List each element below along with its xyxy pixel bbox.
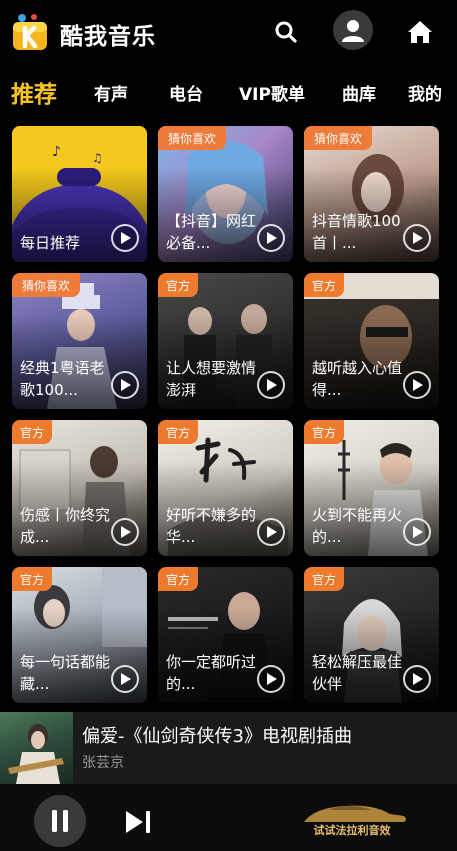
album-cover-art (8, 724, 64, 784)
official-badge: 官方 (158, 567, 199, 591)
official-badge: 官方 (304, 420, 345, 444)
avatar-button[interactable] (333, 10, 373, 50)
play-icon (121, 526, 131, 538)
tab-library[interactable]: 曲库 (342, 70, 376, 114)
tab-radio[interactable]: 电台 (169, 70, 203, 114)
playlist-title: 火到不能再火的... (312, 506, 403, 546)
play-icon (267, 379, 277, 391)
app-title: 酷我音乐 (60, 24, 156, 50)
sports-car-icon (304, 805, 406, 822)
play-button[interactable] (111, 665, 139, 693)
official-badge: 官方 (304, 567, 345, 591)
promo-label: 试试法拉利音效 (313, 824, 391, 837)
search-button[interactable] (266, 12, 306, 52)
playlist-card[interactable]: 猜你喜欢 抖音情歌100首丨... (304, 126, 439, 262)
search-icon (275, 21, 297, 43)
playlist-title: 抖音情歌100首丨... (312, 212, 401, 252)
guess-you-like-badge: 猜你喜欢 (158, 126, 227, 150)
playlist-title: 每一句话都能藏... (20, 653, 111, 693)
play-icon (121, 379, 131, 391)
official-badge: 官方 (158, 273, 199, 297)
official-badge: 官方 (158, 420, 199, 444)
category-tabs: 推荐 有声 电台 VIP歌单 曲库 我的 (0, 70, 457, 114)
app-header: 酷我音乐 (0, 0, 457, 68)
tab-recommend[interactable]: 推荐 (11, 70, 57, 114)
play-button[interactable] (403, 665, 431, 693)
playlist-title: 伤感丨你终究成... (20, 506, 111, 546)
play-button[interactable] (403, 224, 431, 252)
playlist-card[interactable]: 官方 好听不嫌多的华... (158, 420, 293, 556)
play-button[interactable] (257, 518, 285, 546)
playlist-card[interactable]: 官方 伤感丨你终究成... (12, 420, 147, 556)
home-icon (408, 21, 432, 43)
guess-you-like-badge: 猜你喜欢 (12, 273, 81, 297)
playlist-title: 你一定都听过的... (166, 653, 257, 693)
now-playing-bar[interactable]: 偏爱-《仙剑奇侠传3》电视剧插曲 张芸京 (0, 712, 457, 784)
official-badge: 官方 (12, 420, 53, 444)
playlist-card[interactable]: 官方 让人想要激情澎湃 (158, 273, 293, 409)
tab-vip-playlists[interactable]: VIP歌单 (239, 70, 305, 114)
svg-text:♪: ♪ (52, 144, 61, 160)
play-button[interactable] (111, 224, 139, 252)
play-button[interactable] (403, 371, 431, 399)
playlist-title: 让人想要激情澎湃 (166, 359, 257, 399)
next-track-button[interactable] (118, 804, 158, 840)
playlist-title: 越听越入心值得... (312, 359, 403, 399)
playlist-title: 好听不嫌多的华... (166, 506, 257, 546)
playlist-title: 每日推荐 (20, 234, 81, 252)
play-icon (413, 526, 423, 538)
playlist-card[interactable]: 官方 每一句话都能藏... (12, 567, 147, 703)
play-icon (121, 673, 131, 685)
play-icon (413, 379, 423, 391)
playlist-card[interactable]: 猜你喜欢 【抖音】网红必备... (158, 126, 293, 262)
play-icon (413, 232, 423, 244)
official-badge: 官方 (304, 273, 345, 297)
play-button[interactable] (257, 224, 285, 252)
play-button[interactable] (111, 518, 139, 546)
play-button[interactable] (111, 371, 139, 399)
playlist-title: 轻松解压最佳伙伴 (312, 653, 403, 693)
next-track-icon (126, 811, 150, 833)
tab-mine[interactable]: 我的 (408, 70, 442, 114)
official-badge: 官方 (12, 567, 53, 591)
play-icon (121, 232, 131, 244)
now-playing-cover[interactable] (0, 712, 73, 784)
guess-you-like-badge: 猜你喜欢 (304, 126, 373, 150)
play-button[interactable] (257, 371, 285, 399)
play-icon (267, 526, 277, 538)
ferrari-sound-promo[interactable]: 试试法拉利音效 (294, 802, 410, 840)
play-icon (413, 673, 423, 685)
playlist-title: 【抖音】网红必备... (166, 212, 257, 252)
now-playing-title: 偏爱-《仙剑奇侠传3》电视剧插曲 (82, 726, 352, 747)
tab-audio[interactable]: 有声 (94, 70, 128, 114)
pause-icon (52, 810, 68, 832)
playlist-card[interactable]: 猜你喜欢 经典1粤语老歌100... (12, 273, 147, 409)
playback-controls: 试试法拉利音效 (0, 784, 457, 851)
playlist-card[interactable]: 官方 你一定都听过的... (158, 567, 293, 703)
playlist-card[interactable]: ♪ ♫ 每日推荐 (12, 126, 147, 262)
svg-text:♫: ♫ (92, 151, 103, 165)
home-button[interactable] (400, 12, 440, 52)
now-playing-artist: 张芸京 (82, 755, 124, 771)
playlist-card[interactable]: 官方 越听越入心值得... (304, 273, 439, 409)
play-button[interactable] (257, 665, 285, 693)
play-icon (267, 232, 277, 244)
pause-button[interactable] (34, 795, 86, 847)
playlist-card[interactable]: 官方 轻松解压最佳伙伴 (304, 567, 439, 703)
playlist-title: 经典1粤语老歌100... (20, 359, 105, 399)
play-icon (267, 673, 277, 685)
avatar-icon (342, 20, 364, 42)
playlist-card[interactable]: 官方 火到不能再火的... (304, 420, 439, 556)
play-button[interactable] (403, 518, 431, 546)
kuwo-logo-icon (10, 12, 52, 54)
